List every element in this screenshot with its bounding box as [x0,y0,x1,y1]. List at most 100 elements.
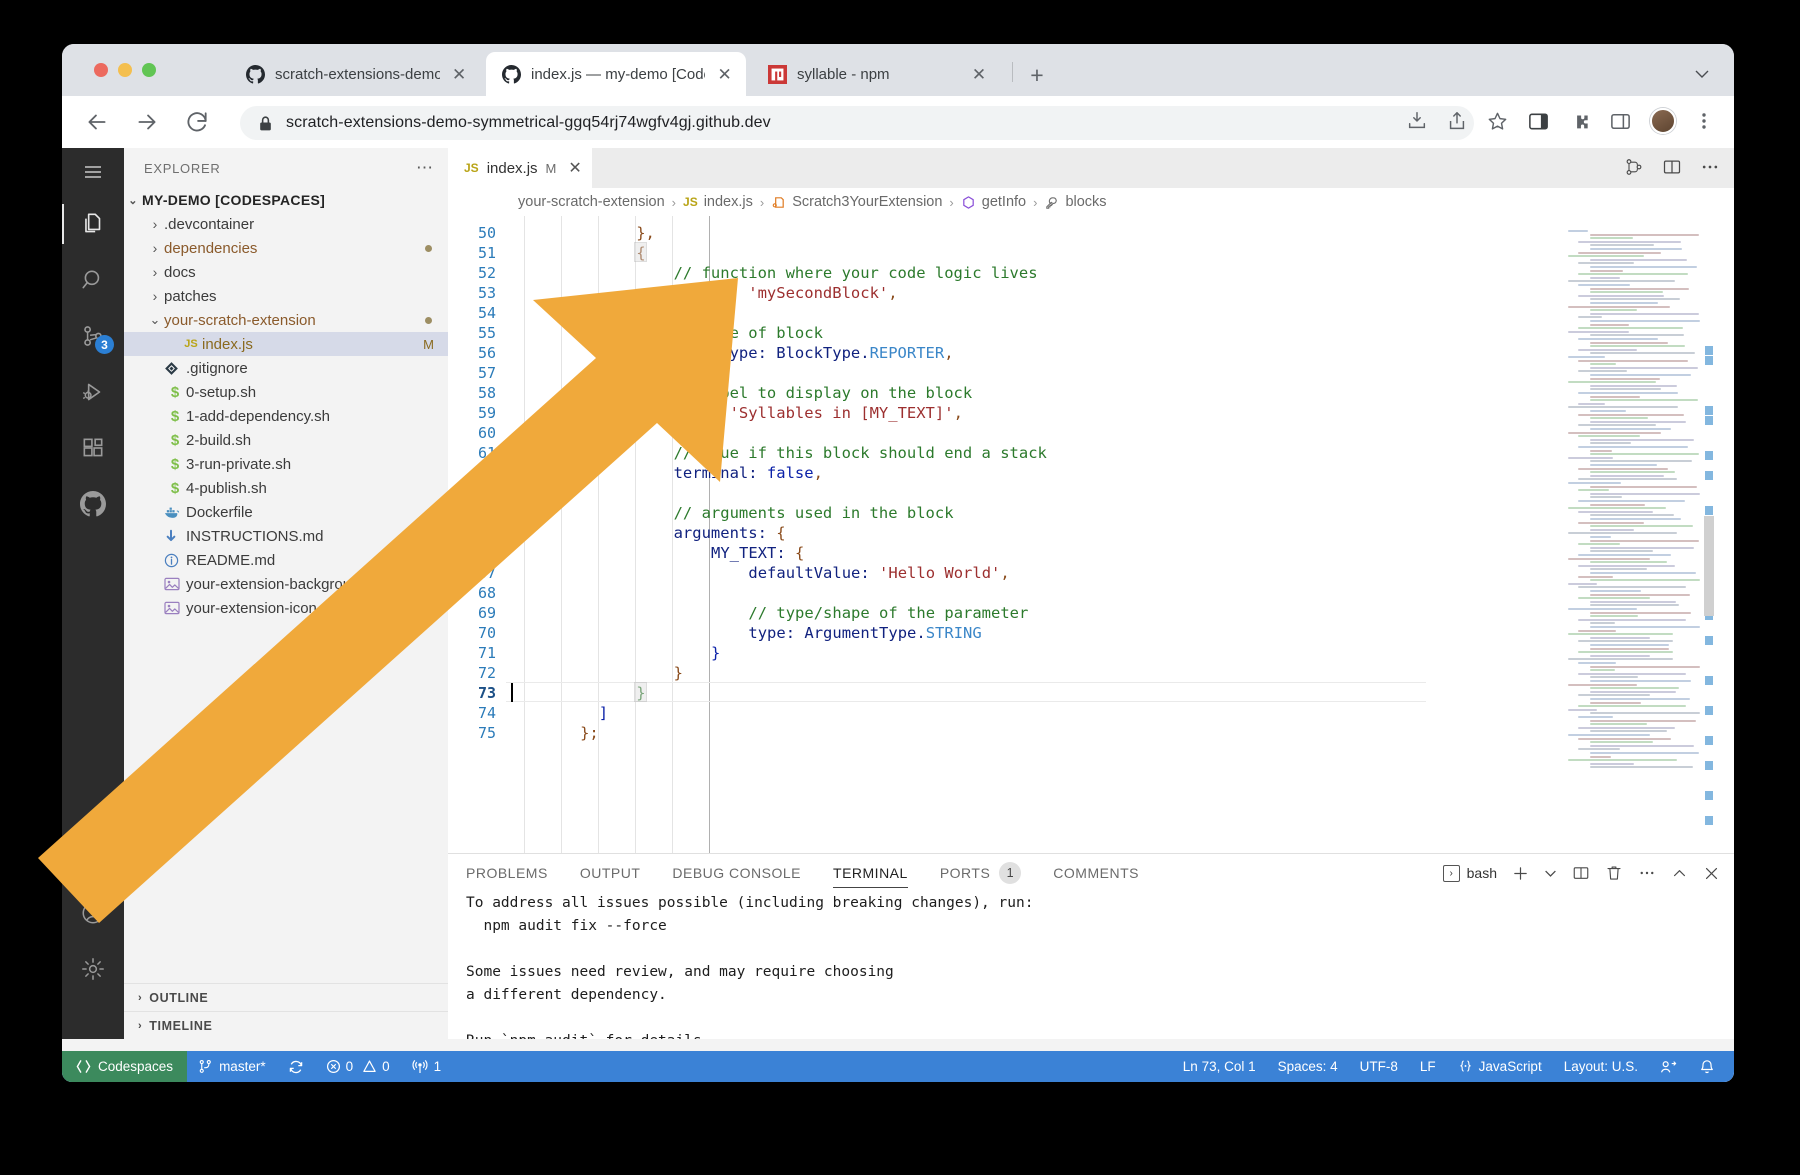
minimap-line [1578,727,1675,729]
tree-file-row[interactable]: your-extension-background.png [124,572,448,596]
tree-file-row[interactable]: your-extension-icon.png [124,596,448,620]
editor-tab-close-icon[interactable]: ✕ [568,158,581,178]
tree-file-row[interactable]: $3-run-private.sh [124,452,448,476]
sidebar-item-source-control[interactable]: 3 [62,308,124,364]
tree-folder-row[interactable]: ›.devcontainer [124,212,448,236]
tree-root-row[interactable]: ⌄ MY-DEMO [CODESPACES] [124,188,448,212]
new-tab-button[interactable]: + [1024,64,1050,87]
status-sync[interactable] [277,1051,315,1082]
status-encoding[interactable]: UTF-8 [1349,1051,1409,1082]
status-branch[interactable]: master* [187,1051,277,1082]
tree-folder-row[interactable]: ›dependencies [124,236,448,260]
sidepanel-toggle-icon[interactable] [1609,110,1632,133]
tab-close-icon[interactable]: ✕ [450,66,468,83]
more-actions-icon[interactable] [1638,864,1656,882]
tree-file-row[interactable]: JSindex.jsM [124,332,448,356]
bookmark-star-icon[interactable] [1486,110,1509,133]
browser-tab-0[interactable]: scratch-extensions-demo/my-d ✕ [230,52,480,96]
maximize-window-button[interactable] [142,63,156,77]
browser-tab-2[interactable]: syllable - npm ✕ [752,52,1002,96]
tree-folder-row[interactable]: ›patches [124,284,448,308]
tree-file-row[interactable]: INSTRUCTIONS.md [124,524,448,548]
section-timeline[interactable]: › TIMELINE [124,1011,448,1039]
breadcrumb-item-folder[interactable]: your-scratch-extension [518,194,665,210]
status-live-share[interactable] [1649,1051,1688,1082]
forward-icon[interactable] [134,109,160,135]
tab-comments[interactable]: COMMENTS [1053,854,1139,892]
status-notifications[interactable] [1688,1051,1726,1082]
tab-close-icon[interactable]: ✕ [715,66,734,83]
sidebar-item-run-and-debug[interactable] [62,364,124,420]
kill-terminal-icon[interactable] [1605,864,1623,882]
menu-kebab-icon[interactable] [1694,110,1714,132]
breadcrumb-item-class[interactable]: Scratch3YourExtension [771,194,942,210]
breadcrumb-item-file[interactable]: JS index.js [683,194,753,210]
maximize-panel-icon[interactable] [1671,865,1688,882]
sidebar-item-github[interactable] [62,476,124,532]
breadcrumb-item-method[interactable]: getInfo [961,194,1026,210]
application-menu-button[interactable] [62,148,124,196]
tab-terminal[interactable]: TERMINAL [833,854,908,892]
more-actions-icon[interactable] [1700,157,1720,177]
status-cursor-position[interactable]: Ln 73, Col 1 [1172,1051,1267,1082]
breadcrumb-item-property[interactable]: blocks [1044,194,1106,210]
new-terminal-icon[interactable] [1512,865,1529,882]
minimap-line [1590,396,1640,398]
avatar[interactable] [1650,108,1676,134]
minimap-slider[interactable] [1704,516,1714,616]
status-language[interactable]: JavaScript [1447,1051,1553,1082]
browser-tab-1[interactable]: index.js — my-demo [Codespa ✕ [486,52,746,96]
tree-file-row[interactable]: Dockerfile [124,500,448,524]
minimap-line [1590,518,1681,520]
tree-folder-row[interactable]: ›docs [124,260,448,284]
minimap-line [1590,399,1698,401]
status-problems[interactable]: 0 0 [315,1051,401,1082]
terminal-dropdown-icon[interactable] [1544,867,1557,880]
tree-file-row[interactable]: $1-add-dependency.sh [124,404,448,428]
minimap-line [1578,241,1681,243]
section-outline[interactable]: › OUTLINE [124,983,448,1011]
split-terminal-icon[interactable] [1572,864,1590,882]
address-bar[interactable]: scratch-extensions-demo-symmetrical-ggq5… [240,106,1474,140]
settings-button[interactable] [62,941,124,997]
tab-output[interactable]: OUTPUT [580,854,641,892]
layout-icon[interactable] [1662,157,1682,177]
status-indentation[interactable]: Spaces: 4 [1267,1051,1349,1082]
editor-tab-index-js[interactable]: JS index.js M ✕ [448,148,592,188]
minimap-change-mark [1705,706,1713,715]
tab-debug-console[interactable]: DEBUG CONSOLE [672,854,801,892]
tree-file-row[interactable]: .gitignore [124,356,448,380]
status-ports[interactable]: 1 [401,1051,453,1082]
chevron-down-icon[interactable] [1694,66,1710,82]
tab-problems[interactable]: PROBLEMS [466,854,548,892]
extension-puzzle-icon[interactable] [1568,110,1591,133]
tab-ports[interactable]: PORTS 1 [940,854,1021,892]
sidebar-item-search[interactable] [62,252,124,308]
terminal-shell-selector[interactable]: › bash [1443,865,1497,882]
terminal-output[interactable]: To address all issues possible (includin… [448,892,1734,1039]
sidebar-item-explorer[interactable] [62,196,124,252]
radio-tower-icon [412,1059,428,1075]
install-icon[interactable] [1406,110,1428,132]
split-editor-icon[interactable] [1624,157,1644,177]
minimize-window-button[interactable] [118,63,132,77]
tree-file-row[interactable]: $4-publish.sh [124,476,448,500]
tab-close-icon[interactable]: ✕ [968,66,990,83]
sidebar-item-extensions[interactable] [62,420,124,476]
tree-folder-row[interactable]: ⌄your-scratch-extension [124,308,448,332]
tree-file-row[interactable]: $0-setup.sh [124,380,448,404]
back-icon[interactable] [84,109,110,135]
tree-file-row[interactable]: README.md [124,548,448,572]
status-eol[interactable]: LF [1409,1051,1447,1082]
close-window-button[interactable] [94,63,108,77]
close-panel-icon[interactable] [1703,865,1720,882]
reload-icon[interactable] [184,109,210,135]
share-icon[interactable] [1446,110,1468,132]
tree-file-row[interactable]: $2-build.sh [124,428,448,452]
status-keyboard-layout[interactable]: Layout: U.S. [1553,1051,1649,1082]
minimap-line [1590,244,1654,246]
accounts-button[interactable] [62,885,124,941]
explorer-more-icon[interactable]: ⋯ [416,158,434,178]
status-remote-indicator[interactable]: Codespaces [62,1051,187,1082]
sidepanel-icon[interactable] [1527,110,1550,133]
